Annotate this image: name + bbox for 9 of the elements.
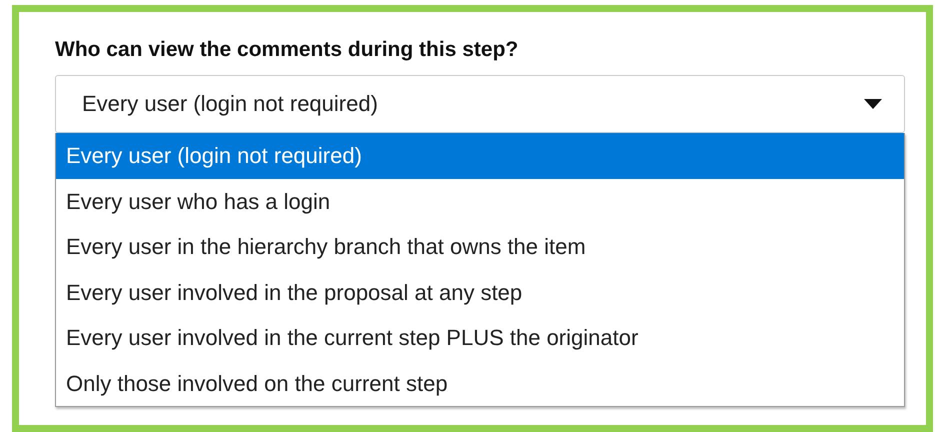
question-label: Who can view the comments during this step?	[55, 38, 520, 63]
dropdown-select[interactable]: Every user (login not required)	[55, 75, 905, 133]
dropdown-option[interactable]: Every user in the hierarchy branch that owns the item	[56, 224, 904, 270]
dropdown-option[interactable]: Only those involved on the current step	[56, 360, 904, 406]
dropdown-option[interactable]: Every user involved in the proposal at any step	[56, 270, 904, 315]
dropdown-option[interactable]: Every user who has a login	[56, 178, 904, 224]
dropdown-option[interactable]: Every user involved in the current step PLUS the originator	[56, 315, 904, 360]
caret-icon	[864, 99, 882, 109]
dropdown-option[interactable]: Every user (login not required)	[56, 133, 904, 178]
